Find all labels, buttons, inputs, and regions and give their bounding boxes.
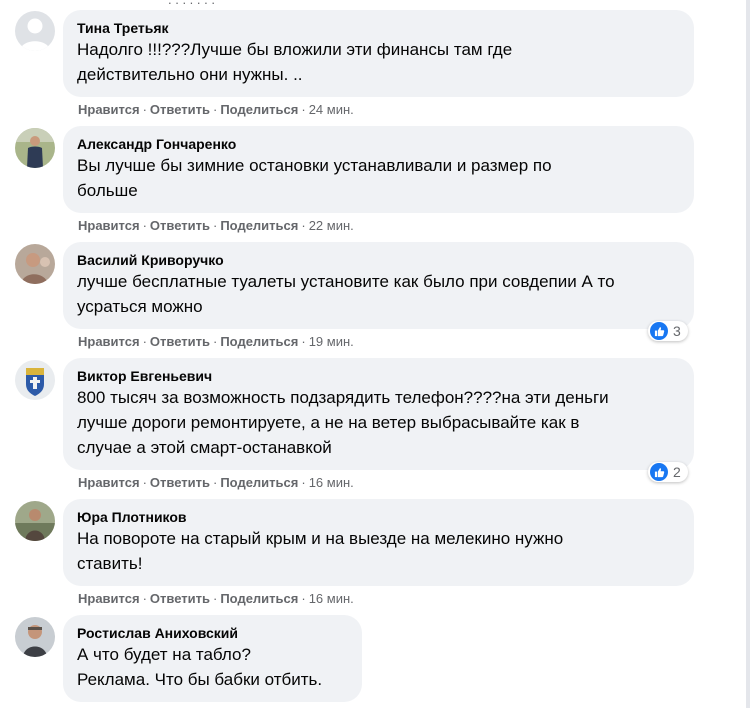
comment-text-line: случае а этой смарт-останавкой [77, 438, 332, 457]
share-link[interactable]: Поделиться [220, 475, 298, 490]
comment-bubble: Юра Плотников На повороте на старый крым… [63, 499, 694, 586]
scrollbar-track[interactable] [746, 0, 750, 708]
comment-actions: Нравится · Ответить · Поделиться · 24 мин. [78, 102, 354, 118]
comment-text-line: А что будет на табло? [77, 645, 251, 664]
comment-text-line: лучше дороги ремонтируете, а не на ветер… [77, 413, 580, 432]
reaction-number: 3 [673, 323, 681, 339]
separator: · [301, 334, 306, 349]
avatar[interactable] [15, 501, 55, 541]
comment-text-line: больше [77, 181, 138, 200]
comment-author[interactable]: Юра Плотников [77, 508, 680, 526]
separator: · [212, 218, 218, 233]
comment-text-line: лучше бесплатные туалеты установите как … [77, 272, 615, 291]
comment-author[interactable]: Ростислав Аниховский [77, 624, 348, 642]
timestamp[interactable]: 19 мин. [309, 334, 354, 349]
comment-author[interactable]: Виктор Евгеньевич [77, 367, 680, 385]
comments-feed: . . . . . . . Тина Третьяк Надолго !!!??… [0, 0, 750, 708]
separator: · [301, 102, 306, 117]
separator: · [142, 591, 147, 606]
separator: · [212, 475, 218, 490]
comment-author[interactable]: Александр Гончаренко [77, 135, 680, 153]
timestamp[interactable]: 22 мин. [309, 218, 354, 233]
share-link[interactable]: Поделиться [220, 591, 298, 606]
reply-link[interactable]: Ответить [150, 475, 210, 490]
reply-link[interactable]: Ответить [150, 102, 210, 117]
comment-actions: Нравится · Ответить · Поделиться · 22 мин. [78, 218, 354, 234]
like-link[interactable]: Нравится [78, 334, 140, 349]
default-avatar-icon[interactable] [15, 11, 55, 51]
avatar[interactable] [15, 617, 55, 657]
thumbs-up-icon [650, 463, 668, 481]
reply-link[interactable]: Ответить [150, 591, 210, 606]
reaction-count[interactable]: 3 [648, 321, 688, 341]
share-link[interactable]: Поделиться [220, 334, 298, 349]
comment-actions: Нравится · Ответить · Поделиться · 16 мин. [78, 591, 354, 607]
comment-text-line: Реклама. Что бы бабки отбить. [77, 670, 323, 689]
separator: · [301, 218, 306, 233]
reply-link[interactable]: Ответить [150, 334, 210, 349]
comment-author[interactable]: Василий Криворучко [77, 251, 680, 269]
separator: · [142, 102, 147, 117]
comment-text-line: действительно они нужны. .. [77, 65, 303, 84]
comment-text-line: Надолго !!!???Лучше бы вложили эти финан… [77, 40, 513, 59]
separator: · [142, 218, 147, 233]
comment-text-line: Вы лучше бы зимние остановки устанавлива… [77, 156, 552, 175]
avatar[interactable] [15, 128, 55, 168]
reaction-count[interactable]: 2 [648, 462, 688, 482]
timestamp[interactable]: 16 мин. [309, 475, 354, 490]
comment-bubble: Александр Гончаренко Вы лучше бы зимние … [63, 126, 694, 213]
comment-bubble: Виктор Евгеньевич 800 тысяч за возможнос… [63, 358, 694, 470]
separator: · [212, 102, 218, 117]
comment-bubble: Василий Криворучко лучше бесплатные туал… [63, 242, 694, 329]
reply-link[interactable]: Ответить [150, 218, 210, 233]
cropped-top-text: . . . . . . . [168, 0, 215, 7]
reaction-number: 2 [673, 464, 681, 480]
comment-text-line: 800 тысяч за возможность подзарядить тел… [77, 388, 609, 407]
timestamp[interactable]: 16 мин. [309, 591, 354, 606]
like-link[interactable]: Нравится [78, 102, 140, 117]
separator: · [142, 334, 147, 349]
comment-bubble: Тина Третьяк Надолго !!!???Лучше бы влож… [63, 10, 694, 97]
avatar[interactable] [15, 360, 55, 400]
like-link[interactable]: Нравится [78, 218, 140, 233]
separator: · [301, 475, 306, 490]
separator: · [212, 591, 218, 606]
like-link[interactable]: Нравится [78, 475, 140, 490]
comment-bubble: Ростислав Аниховский А что будет на табл… [63, 615, 362, 702]
timestamp[interactable]: 24 мин. [309, 102, 354, 117]
comment-actions: Нравится · Ответить · Поделиться · 19 мин. [78, 334, 354, 350]
separator: · [142, 475, 147, 490]
like-link[interactable]: Нравится [78, 591, 140, 606]
comment-text-line: ставить! [77, 554, 143, 573]
comment-text-line: усраться можно [77, 297, 203, 316]
share-link[interactable]: Поделиться [220, 218, 298, 233]
separator: · [212, 334, 218, 349]
thumbs-up-icon [650, 322, 668, 340]
avatar[interactable] [15, 244, 55, 284]
share-link[interactable]: Поделиться [220, 102, 298, 117]
separator: · [301, 591, 306, 606]
comment-actions: Нравится · Ответить · Поделиться · 16 мин. [78, 475, 354, 491]
comment-text-line: На повороте на старый крым и на выезде н… [77, 529, 564, 548]
comment-author[interactable]: Тина Третьяк [77, 19, 680, 37]
